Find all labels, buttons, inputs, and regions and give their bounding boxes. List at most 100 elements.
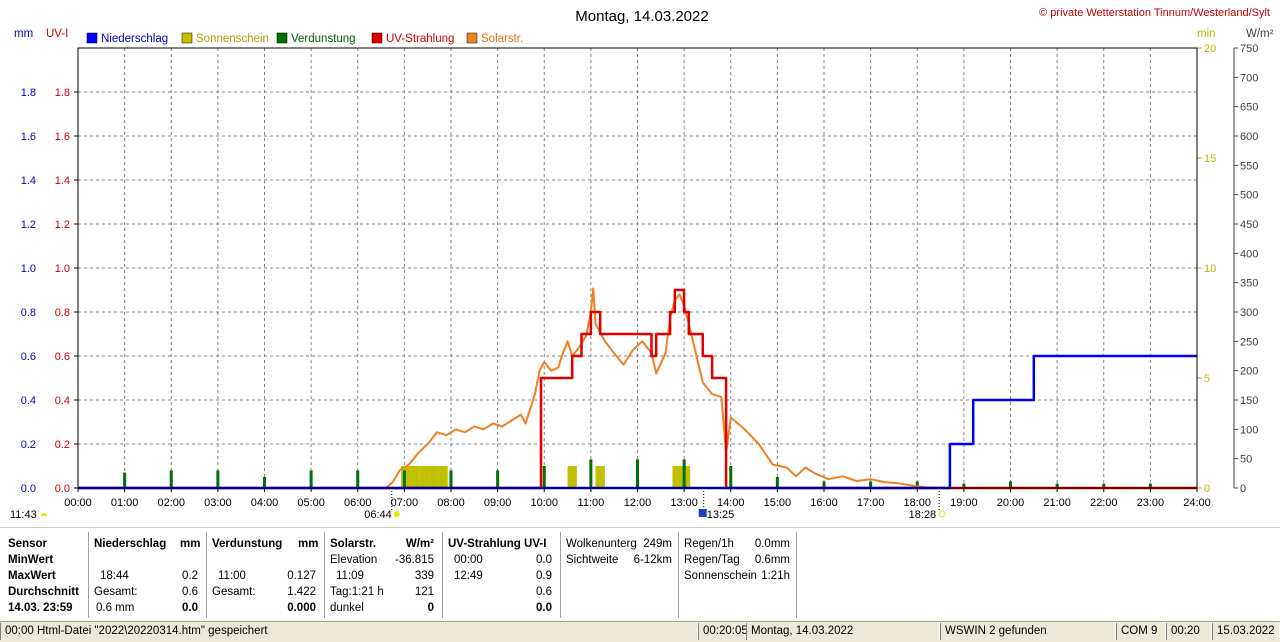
weather-chart: Montag, 14.03.2022 © private Wetterstati…	[10, 7, 1274, 521]
verdunstung-max-time: 11:00	[218, 570, 246, 582]
x-tick-label: 12:00	[624, 497, 652, 509]
x-tick-label: 17:00	[857, 497, 885, 509]
mm-tick-label: 0.0	[21, 483, 36, 495]
legend-label-verdunstung: Verdunstung	[291, 33, 356, 45]
verdunstung-bar	[496, 470, 500, 488]
niederschlag-avg-text: 0.6 mm	[96, 602, 135, 614]
min-tick-label: 15	[1204, 153, 1216, 165]
x-tick-label: 11:00	[578, 497, 605, 509]
uv-tick-label: 0.0	[55, 483, 70, 495]
verdunstung-bar	[775, 477, 779, 488]
solar-unit: W/m²	[405, 538, 434, 550]
niederschlag-header: Niederschlag	[94, 538, 167, 550]
regen-label-3: Sonnenschein	[684, 570, 757, 582]
axis-label-mm: mm	[14, 28, 33, 40]
status-date: 15.03.2022	[1212, 623, 1280, 640]
regen-val-2: 0.6mm	[754, 554, 790, 566]
uv-min-time: 00:00	[454, 554, 483, 566]
legend-swatch-sonnenschein	[181, 32, 193, 44]
x-tick-label: 01:00	[111, 497, 139, 509]
sensor-max-label: MaxWert	[8, 570, 56, 582]
axis-ticks: 00:00 01:00 02:00 03:00 04:00 05:00 06:00 07:00…	[21, 43, 1259, 509]
wolken-val-1: 249m	[643, 538, 672, 550]
chart-title: Montag, 14.03.2022	[575, 8, 708, 25]
min-tick-label: 5	[1204, 373, 1210, 385]
status-time: 00:20:05	[698, 623, 748, 640]
x-tick-label: 02:00	[157, 497, 185, 509]
verdunstung-max-val: 0.127	[287, 570, 316, 582]
uv-header: UV-Strahlung UV-I	[448, 538, 547, 550]
wm2-tick-label: 600	[1240, 131, 1258, 143]
sunrise-label: 06:44	[364, 509, 392, 521]
wm2-tick-label: 300	[1240, 307, 1258, 319]
legend-label-solar: Solarstr.	[481, 33, 523, 45]
wm2-tick-label: 350	[1240, 278, 1258, 290]
legend-swatch-verdunstung	[276, 32, 288, 44]
annotations: 06:44 18:28 13:25 11:43	[10, 488, 946, 521]
x-tick-label: 20:00	[997, 497, 1025, 509]
mm-tick-label: 1.2	[21, 219, 36, 231]
wolken-label-1: Wolkenunterg	[566, 538, 637, 550]
niederschlag-gesamt-label: Gesamt:	[94, 586, 138, 598]
verdunstung-bar	[169, 470, 173, 488]
x-tick-label: 05:00	[297, 497, 325, 509]
solar-max-val: 339	[414, 570, 434, 582]
mm-tick-label: 1.0	[21, 263, 36, 275]
wm2-tick-label: 500	[1240, 190, 1258, 202]
verdunstung-bar	[729, 466, 733, 488]
mm-tick-label: 0.8	[21, 307, 36, 319]
verdunstung-bar	[589, 459, 593, 488]
verdunstung-bar	[356, 470, 360, 488]
noon-label: 13:25	[707, 509, 735, 521]
solar-tag-val: 121	[414, 586, 434, 598]
verdunstung-bar	[309, 470, 313, 488]
sonnenschein-bar	[419, 466, 430, 488]
wm2-tick-label: 400	[1240, 248, 1258, 260]
x-tick-label: 08:00	[437, 497, 465, 509]
wm2-tick-label: 250	[1240, 336, 1258, 348]
niederschlag-unit: mm	[180, 538, 201, 550]
wm2-tick-label: 700	[1240, 72, 1258, 84]
uv-max-val: 0.9	[536, 570, 552, 582]
solar-tag-label: Tag:1:21 h	[330, 586, 384, 598]
x-tick-label: 10:00	[530, 497, 558, 509]
min-tick-label: 0	[1204, 483, 1210, 495]
wolken-section: Wolkenunterg 249m Sichtweite 6-12km	[560, 532, 679, 618]
status-clock: 00:20	[1166, 623, 1212, 640]
regen-label-1: Regen/1h	[684, 538, 734, 550]
x-tick-label: 15:00	[764, 497, 792, 509]
verdunstung-avg-val: 0.000	[287, 602, 316, 614]
legend: Niederschlag Sonnenschein Verdunstung UV…	[86, 32, 523, 45]
sonnenschein-bar	[567, 466, 577, 488]
verdunstung-header: Verdunstung	[212, 538, 283, 550]
legend-swatch-solar	[466, 32, 478, 44]
x-tick-label: 19:00	[950, 497, 978, 509]
verdunstung-bar	[123, 472, 127, 488]
sensor-section: Sensor MinWert MaxWert Durchschnitt 14.0…	[0, 532, 89, 618]
x-tick-label: 00:00	[64, 497, 92, 509]
verdunstung-bar	[402, 470, 406, 488]
mm-tick-label: 1.8	[21, 87, 36, 99]
verdunstung-bar	[636, 459, 639, 488]
sonnenschein-bar	[672, 466, 682, 488]
verdunstung-bar	[449, 470, 453, 488]
legend-swatch-niederschlag	[86, 32, 98, 44]
regen-label-2: Regen/Tag	[684, 554, 740, 566]
status-wswin: WSWIN 2 gefunden	[940, 623, 1116, 640]
wolken-val-2: 6-12km	[633, 554, 672, 566]
solar-elev-label: Elevation	[330, 554, 378, 566]
x-tick-label: 06:00	[344, 497, 372, 509]
axis-label-wm2: W/m²	[1246, 28, 1274, 40]
wm2-tick-label: 50	[1240, 454, 1252, 466]
x-tick-label: 18:00	[903, 497, 931, 509]
moon-label: 11:43	[10, 509, 37, 521]
uv-gesamt-val: 0.6	[536, 586, 552, 598]
wm2-tick-label: 550	[1240, 160, 1258, 172]
verdunstung-bar	[542, 466, 546, 488]
uv-tick-label: 0.2	[55, 439, 70, 451]
sonnenschein-bar	[438, 466, 448, 488]
solar-dunkel-label: dunkel	[330, 602, 364, 614]
regen-val-1: 0.0mm	[754, 538, 790, 550]
wm2-tick-label: 650	[1240, 102, 1258, 114]
axis-label-uv: UV-I	[46, 28, 68, 40]
